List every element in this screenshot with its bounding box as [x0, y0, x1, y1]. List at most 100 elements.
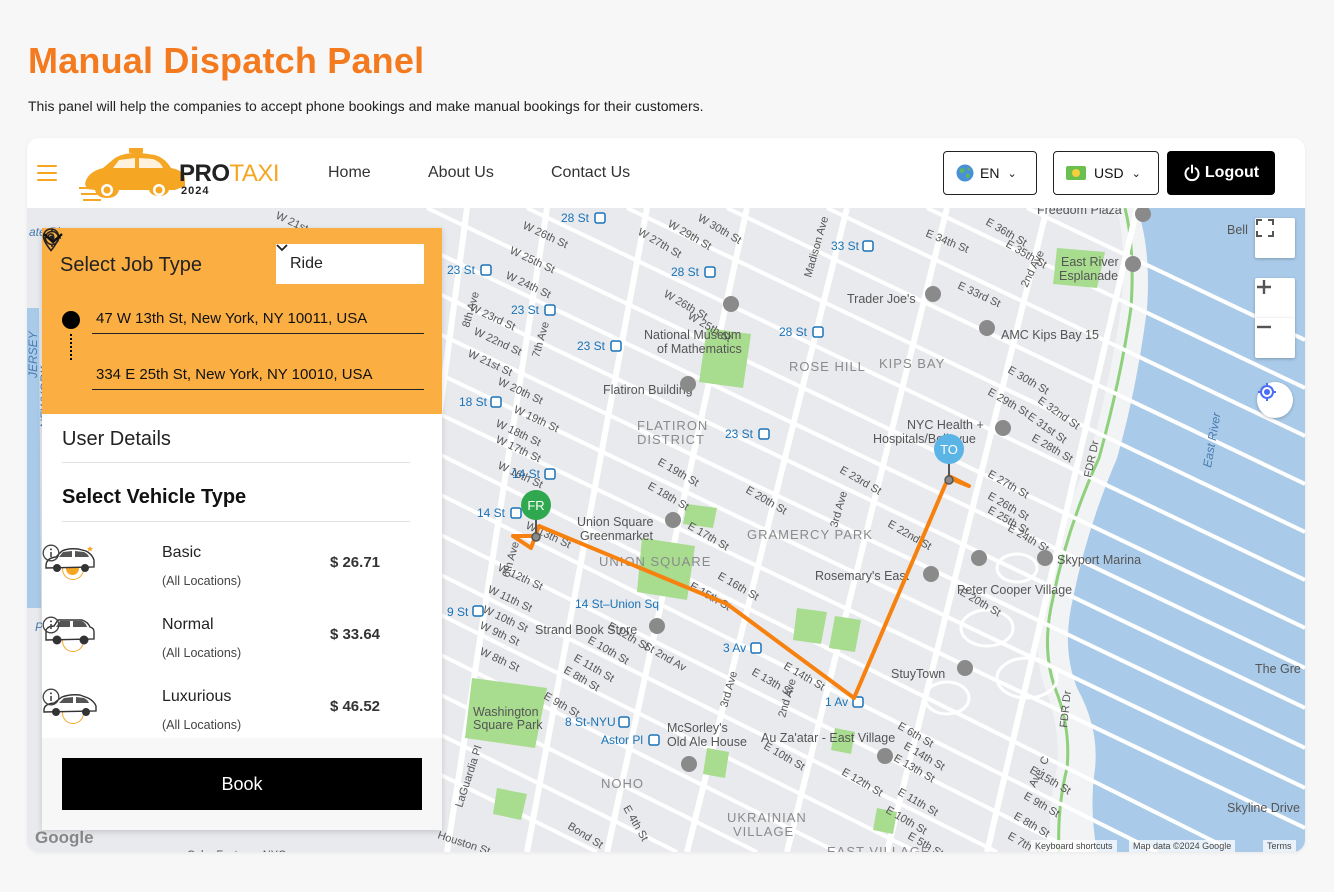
svg-text:McSorley's: McSorley's	[667, 721, 728, 735]
fullscreen-button[interactable]	[1255, 218, 1295, 258]
book-button[interactable]: Book	[62, 758, 422, 810]
svg-text:Rosemary's East: Rosemary's East	[815, 569, 910, 583]
svg-text:Freedom Plaza: Freedom Plaza	[1037, 208, 1122, 217]
svg-text:14 St: 14 St	[512, 467, 541, 481]
svg-text:FLATIRON: FLATIRON	[637, 418, 708, 433]
logo-year: 2024	[181, 185, 210, 197]
money-icon	[1066, 166, 1086, 180]
svg-text:28 St: 28 St	[561, 211, 590, 225]
svg-text:Peter Cooper Village: Peter Cooper Village	[957, 583, 1072, 597]
info-icon[interactable]	[42, 544, 60, 562]
svg-text:AMC Kips Bay 15: AMC Kips Bay 15	[1001, 328, 1099, 342]
svg-text:W 12th St: W 12th St	[496, 562, 545, 593]
vehicle-location: (All Locations)	[162, 646, 242, 660]
divider	[62, 462, 410, 463]
app-frame: PROTAXI 2024 Home About Us Contact Us EN…	[27, 138, 1305, 852]
svg-text:28 St: 28 St	[671, 265, 700, 279]
zoom-in-button[interactable]	[1255, 278, 1295, 318]
navbar: PROTAXI 2024 Home About Us Contact Us EN…	[27, 138, 1305, 208]
pickup-address-input[interactable]: 47 W 13th St, New York, NY 10011, USA	[92, 304, 424, 334]
svg-text:Skyport Marina: Skyport Marina	[1057, 553, 1141, 567]
keyboard-shortcuts-link[interactable]: Keyboard shortcuts	[1031, 840, 1117, 852]
terms-link[interactable]: Terms	[1263, 840, 1296, 852]
user-details-toggle[interactable]: User Details	[62, 428, 171, 451]
svg-text:23 St: 23 St	[447, 263, 476, 277]
svg-text:StuyTown: StuyTown	[891, 667, 945, 681]
zoom-out-button[interactable]	[1255, 318, 1295, 358]
svg-text:E 33rd St: E 33rd St	[956, 280, 1003, 310]
svg-text:9 St: 9 St	[447, 605, 469, 619]
logout-button[interactable]: Logout	[1167, 151, 1275, 195]
my-location-button[interactable]	[1257, 382, 1293, 418]
job-type-select[interactable]: Ride	[276, 244, 424, 284]
svg-text:E 12th St: E 12th St	[840, 766, 885, 799]
hamburger-menu-icon[interactable]	[37, 165, 57, 181]
nav-home[interactable]: Home	[328, 164, 371, 182]
power-icon	[1184, 164, 1200, 182]
logo[interactable]: PROTAXI 2024	[79, 144, 289, 204]
logout-label: Logout	[1204, 164, 1260, 181]
info-icon[interactable]	[42, 688, 60, 706]
language-select[interactable]: EN ⌄	[943, 151, 1037, 195]
svg-text:Trader Joe's: Trader Joe's	[847, 292, 916, 306]
vehicle-price: $ 26.71	[329, 554, 380, 571]
vehicle-option-normal[interactable]: Normal (All Locations) $ 33.64	[42, 616, 442, 680]
svg-text:KIPS BAY: KIPS BAY	[879, 356, 945, 371]
vehicle-location: (All Locations)	[162, 574, 242, 588]
svg-text:NOHO: NOHO	[601, 776, 644, 791]
fullscreen-icon	[1256, 219, 1274, 237]
svg-text:of Mathematics: of Mathematics	[657, 342, 742, 356]
svg-text:23 St: 23 St	[577, 339, 606, 353]
vehicle-price: $ 33.64	[329, 626, 380, 643]
vehicle-name: Basic	[162, 544, 202, 561]
svg-text:Skyline Drive: Skyline Drive	[1227, 801, 1300, 815]
taxi-logo-icon	[79, 148, 185, 201]
pickup-marker[interactable]: FR	[521, 490, 551, 520]
currency-select[interactable]: USD ⌄	[1053, 151, 1159, 195]
svg-text:Au Za'atar - East Village: Au Za'atar - East Village	[761, 731, 895, 745]
vehicle-type-heading[interactable]: Select Vehicle Type	[62, 486, 246, 509]
svg-text:National Museum: National Museum	[644, 328, 741, 342]
svg-text:GRAMERCY PARK: GRAMERCY PARK	[747, 527, 873, 542]
page-subtitle: This panel will help the companies to ac…	[28, 98, 704, 114]
svg-text:VILLAGE: VILLAGE	[733, 824, 794, 839]
svg-text:Union Square: Union Square	[577, 515, 653, 529]
svg-text:EAST VILLAGE: EAST VILLAGE	[827, 844, 931, 852]
svg-text:28 St: 28 St	[779, 325, 808, 339]
dropoff-address-value: 334 E 25th St, New York, NY 10010, USA	[96, 366, 373, 383]
vehicle-option-basic[interactable]: Basic (All Locations) $ 26.71	[42, 544, 442, 608]
job-section: Select Job Type Ride 47 W 13th St, New Y…	[42, 228, 442, 414]
nav-about-us[interactable]: About Us	[428, 164, 494, 182]
svg-text:Strand Book Store: Strand Book Store	[535, 623, 637, 637]
svg-text:E 4th St: E 4th St	[620, 804, 650, 844]
divider	[62, 521, 410, 522]
svg-text:3 Av: 3 Av	[723, 641, 746, 655]
svg-text:Greenmarket: Greenmarket	[580, 529, 653, 543]
svg-text:Color Factory - NYC: Color Factory - NYC	[187, 849, 286, 852]
map-view[interactable]: 8th Ave 7th Ave 6th Ave Madison Ave 3rd …	[27, 208, 1305, 852]
svg-text:E 22nd St: E 22nd St	[886, 518, 934, 553]
svg-text:1 Av: 1 Av	[825, 695, 848, 709]
svg-text:Flatiron Building: Flatiron Building	[603, 383, 693, 397]
svg-text:14 St–Union Sq: 14 St–Union Sq	[575, 597, 659, 611]
currency-value: USD	[1094, 165, 1124, 181]
chevron-down-icon	[276, 244, 288, 252]
map-data-attribution: Map data ©2024 Google	[1129, 840, 1236, 852]
vehicle-price: $ 46.52	[329, 698, 380, 715]
svg-text:East River: East River	[1061, 255, 1119, 269]
google-logo: Google	[35, 828, 94, 847]
logo-wordmark: PROTAXI	[179, 160, 280, 187]
dropoff-address-input[interactable]: 334 E 25th St, New York, NY 10010, USA	[92, 360, 424, 390]
svg-text:E 34th St: E 34th St	[924, 228, 970, 256]
language-value: EN	[980, 165, 1000, 181]
vehicle-name: Luxurious	[162, 688, 232, 705]
nav-contact-us[interactable]: Contact Us	[551, 164, 630, 182]
pickup-dot-icon	[62, 311, 80, 329]
chevron-down-icon[interactable]	[42, 228, 64, 248]
svg-text:14 St: 14 St	[477, 506, 506, 520]
vehicle-location: (All Locations)	[162, 718, 242, 732]
svg-text:The Gre: The Gre	[1255, 662, 1301, 676]
info-icon[interactable]	[42, 616, 60, 634]
dropoff-marker[interactable]: TO	[934, 434, 964, 464]
svg-text:23 St: 23 St	[511, 303, 540, 317]
